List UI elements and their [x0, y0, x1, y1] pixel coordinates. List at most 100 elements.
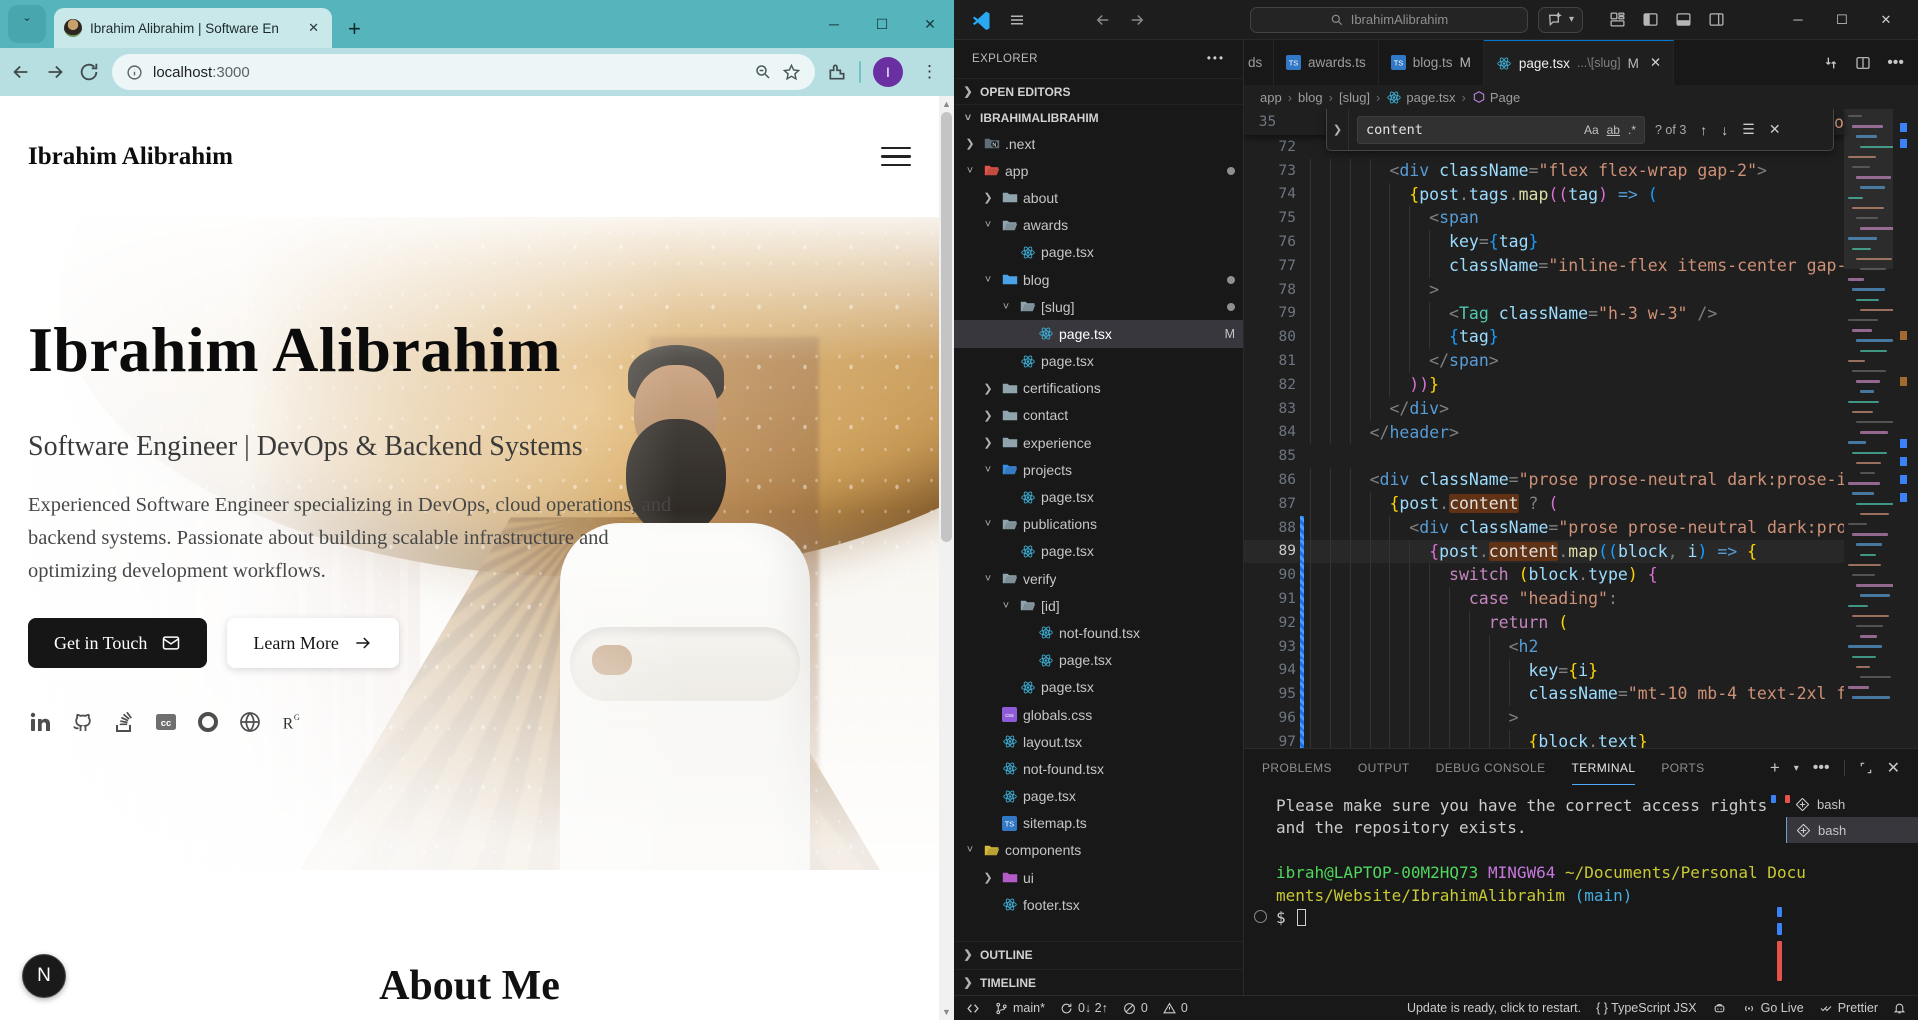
outline-section[interactable]: ❯OUTLINE [954, 941, 1243, 967]
tree-item-sitemap.ts[interactable]: TSsitemap.ts [954, 810, 1243, 837]
terminal-instance-bash[interactable]: bash [1786, 791, 1918, 817]
zoom-out-icon[interactable] [754, 63, 772, 81]
linkedin-icon[interactable] [28, 710, 52, 734]
code-line-76[interactable]: 76key={tag} [1244, 230, 1844, 254]
tree-item-not-found.tsx[interactable]: not-found.tsx [954, 755, 1243, 782]
tree-item-page.tsx[interactable]: page.tsxM [954, 320, 1243, 347]
breadcrumb-Page[interactable]: Page [1472, 90, 1520, 105]
prettier-status[interactable]: Prettier [1819, 1001, 1878, 1015]
breadcrumb-[slug][interactable]: [slug] [1339, 90, 1370, 105]
code-editor[interactable]: 35 Pro 7273<div className="flex flex-wra… [1244, 109, 1918, 748]
menu-icon[interactable] [1008, 11, 1026, 29]
globe-icon[interactable] [238, 710, 262, 734]
panel-tab-problems[interactable]: PROBLEMS [1262, 752, 1332, 785]
code-line-81[interactable]: 81</span> [1244, 349, 1844, 373]
command-decoration-icon[interactable] [1254, 910, 1267, 923]
code-line-75[interactable]: 75<span [1244, 206, 1844, 230]
panel-tab-output[interactable]: OUTPUT [1358, 752, 1410, 785]
tree-item-page.tsx[interactable]: page.tsx [954, 674, 1243, 701]
code-line-74[interactable]: 74{post.tags.map((tag) => ( [1244, 183, 1844, 207]
profile-avatar[interactable]: I [873, 57, 903, 87]
tree-chevron-icon[interactable]: ❯ [980, 382, 996, 395]
panel-tab-terminal[interactable]: TERMINAL [1572, 752, 1636, 785]
tree-chevron-icon[interactable]: ˅ [980, 464, 996, 476]
status--typescript-jsx[interactable]: { } TypeScript JSX [1596, 1001, 1697, 1015]
terminal-output[interactable]: Please make sure you have the correct ac… [1254, 795, 1768, 995]
tree-chevron-icon[interactable]: ˅ [998, 600, 1014, 612]
tree-item-blog[interactable]: ˅blog [954, 266, 1243, 293]
code-line-97[interactable]: 97{block.text} [1244, 730, 1844, 748]
nav-back-icon[interactable] [1094, 11, 1112, 29]
bookmark-star-icon[interactable] [782, 63, 801, 82]
maximize-panel-icon[interactable] [1859, 761, 1873, 775]
scroll-up-icon[interactable]: ▲ [939, 99, 954, 109]
tree-chevron-icon[interactable]: ❯ [980, 409, 996, 422]
branch-status[interactable]: main* [995, 1001, 1045, 1015]
tree-item-layout.tsx[interactable]: layout.tsx [954, 728, 1243, 755]
toggle-sidebar-icon[interactable] [1642, 11, 1659, 28]
tree-item-page.tsx[interactable]: page.tsx [954, 538, 1243, 565]
open-changes-icon[interactable] [1823, 55, 1839, 71]
learn-more-button[interactable]: Learn More [227, 618, 398, 668]
code-line-90[interactable]: 90switch (block.type) { [1244, 563, 1844, 587]
tree-item-page.tsx[interactable]: page.tsx [954, 647, 1243, 674]
tree-item-projects[interactable]: ˅projects [954, 456, 1243, 483]
command-center-search[interactable]: IbrahimAlibrahim [1250, 7, 1528, 33]
error-status[interactable]: 0 [1123, 1001, 1148, 1015]
toggle-secondary-sidebar-icon[interactable] [1708, 11, 1725, 28]
editor-more-actions-icon[interactable]: ••• [1887, 54, 1904, 72]
tab-close-icon[interactable]: ✕ [1650, 55, 1661, 71]
tree-chevron-icon[interactable]: ❯ [980, 871, 996, 884]
dot-status[interactable]: Update is ready, click to restart. [1402, 1001, 1581, 1015]
tree-item-page.tsx[interactable]: page.tsx [954, 483, 1243, 510]
tree-chevron-icon[interactable]: ˅ [980, 219, 996, 231]
code-line-94[interactable]: 94key={i} [1244, 659, 1844, 683]
credly-icon[interactable]: cc [154, 710, 178, 734]
golive-status[interactable]: Go Live [1742, 1001, 1804, 1015]
tree-item-verify[interactable]: ˅verify [954, 565, 1243, 592]
stackoverflow-icon[interactable] [112, 710, 136, 734]
editor-tab-ds[interactable]: ds [1244, 40, 1274, 85]
tree-chevron-icon[interactable]: ˅ [980, 518, 996, 530]
url-bar[interactable]: localhost:3000 [112, 54, 815, 90]
code-line-96[interactable]: 96> [1244, 706, 1844, 730]
tree-item-about[interactable]: ❯about [954, 184, 1243, 211]
copilot-menu[interactable]: ▾ [1538, 7, 1583, 33]
copilot-status[interactable] [1712, 1002, 1727, 1015]
tab-search-chevron-button[interactable]: ˇ [8, 5, 46, 43]
bell-status[interactable] [1893, 1001, 1906, 1015]
browser-maximize-button[interactable]: ☐ [858, 16, 906, 33]
tree-item-page.tsx[interactable]: page.tsx [954, 239, 1243, 266]
panel-tab-ports[interactable]: PORTS [1661, 752, 1704, 785]
site-logo[interactable]: Ibrahim Alibrahim [28, 143, 233, 171]
tree-item-experience[interactable]: ❯experience [954, 429, 1243, 456]
tree-chevron-icon[interactable]: ˅ [962, 165, 978, 177]
code-line-77[interactable]: 77className="inline-flex items-center ga… [1244, 254, 1844, 278]
scroll-down-icon[interactable]: ▼ [939, 1007, 954, 1017]
breadcrumb-page.tsx[interactable]: page.tsx [1386, 90, 1455, 105]
code-line-87[interactable]: 87{post.content ? ( [1244, 492, 1844, 516]
tree-chevron-icon[interactable]: ˅ [980, 573, 996, 585]
vscode-maximize-button[interactable]: ☐ [1820, 12, 1864, 28]
close-panel-icon[interactable]: ✕ [1887, 758, 1900, 778]
tree-item-not-found.tsx[interactable]: not-found.tsx [954, 619, 1243, 646]
overview-ruler[interactable] [1893, 109, 1918, 748]
scrollbar-thumb[interactable] [941, 112, 952, 542]
tree-item-components[interactable]: ˅components [954, 837, 1243, 864]
page-scrollbar[interactable]: ▲ ▼ [939, 96, 954, 1020]
code-line-86[interactable]: 86<div className="prose prose-neutral da… [1244, 468, 1844, 492]
tree-item-footer.tsx[interactable]: footer.tsx [954, 891, 1243, 918]
site-info-icon[interactable] [126, 64, 143, 81]
regex-icon[interactable]: .* [1628, 123, 1636, 137]
browser-minimize-button[interactable]: ─ [810, 16, 858, 32]
tree-item-ui[interactable]: ❯ui [954, 864, 1243, 891]
terminal-dropdown-icon[interactable]: ▾ [1794, 763, 1799, 774]
toggle-panel-icon[interactable] [1675, 11, 1692, 28]
editor-tab-page.tsx[interactable]: page.tsx...\[slug]M✕ [1484, 40, 1674, 85]
nav-forward-icon[interactable] [1128, 11, 1146, 29]
find-input[interactable]: content Aa ab .* [1357, 116, 1645, 144]
tree-item-publications[interactable]: ˅publications [954, 511, 1243, 538]
breadcrumb-app[interactable]: app [1260, 90, 1282, 105]
browser-menu-icon[interactable]: ⋮ [915, 62, 944, 82]
code-line-92[interactable]: 92return ( [1244, 611, 1844, 635]
